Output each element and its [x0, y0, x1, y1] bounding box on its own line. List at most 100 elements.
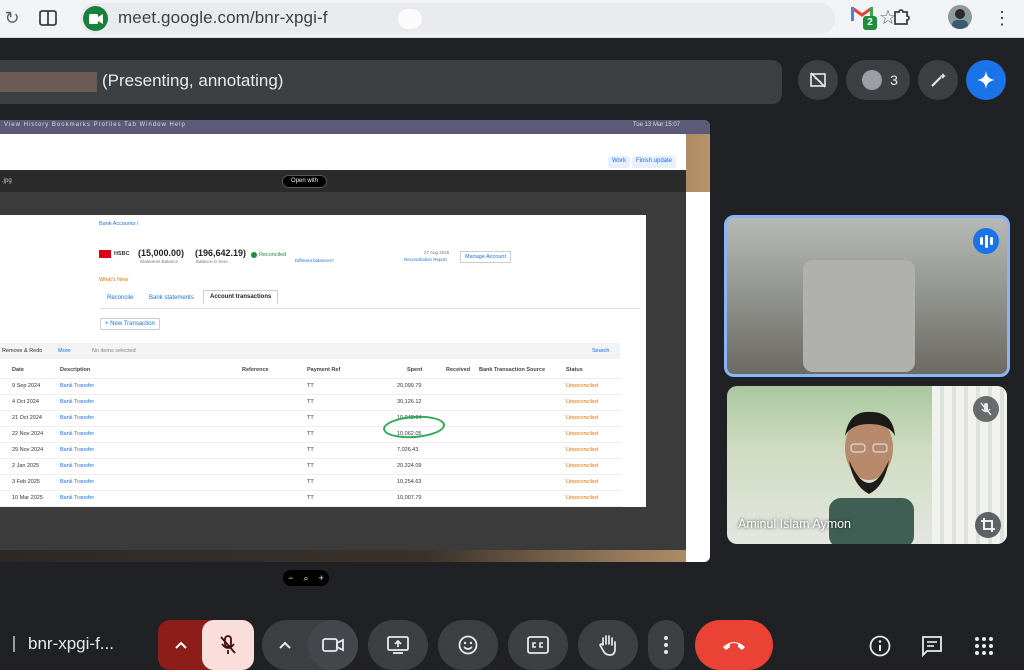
meeting-info-button[interactable] [866, 632, 894, 660]
row-payment-ref: TT [307, 447, 314, 453]
whats-new-link: What's New [99, 277, 129, 283]
row-description: Bank Transfer [60, 415, 95, 421]
row-spent: 7,026.43 [397, 447, 419, 453]
activities-button[interactable] [970, 632, 998, 660]
row-status: Unreconciled [566, 399, 599, 405]
breadcrumb: Bank Accounts / [99, 221, 139, 227]
manage-account-button: Manage Account [460, 251, 511, 263]
meet-stage: (Presenting, annotating) 3 View History … [0, 38, 1024, 670]
row-description: Bank Transfer [60, 383, 95, 389]
camera-toggle-button[interactable] [308, 620, 358, 670]
report-date: 27 Aug 2025 [424, 250, 450, 255]
row-description: Bank Transfer [60, 447, 95, 453]
raise-hand-button[interactable] [578, 620, 638, 670]
reactions-button[interactable] [438, 620, 498, 670]
row-description: Bank Transfer [60, 431, 95, 437]
table-row: 21 Oct 2024 Bank Transfer TT 10,042.04 U… [0, 411, 622, 427]
viewer-toolbar: .jpg Open with [0, 170, 686, 192]
row-date: 4 Oct 2024 [12, 399, 39, 405]
row-date: 10 Mar 2025 [12, 495, 43, 501]
profile-avatar[interactable] [948, 5, 972, 29]
col-description: Description [60, 367, 91, 373]
col-status: Status [566, 367, 583, 373]
row-status: Unreconciled [566, 495, 599, 501]
browser-menu-icon[interactable]: ⋮ [993, 7, 1011, 29]
captions-button[interactable] [508, 620, 568, 670]
mac-menu-bar: View History Bookmarks Profiles Tab Wind… [0, 120, 710, 134]
address-bar[interactable]: meet.google.com/bnr-xpgi-f ☆ [80, 3, 897, 34]
row-spent: 10,254.63 [397, 479, 422, 485]
selection-status: No items selected [92, 348, 136, 354]
hang-up-icon [723, 642, 745, 650]
table-row: 2 Jan 2025 Bank Transfer TT 20,324.09 Un… [0, 459, 622, 475]
audio-options-chevron-icon[interactable] [158, 620, 204, 670]
table-header: Date Description Reference Payment Ref S… [0, 363, 622, 379]
filter-bar: Remove & Redo More No items selected Sea… [0, 343, 620, 359]
tab-bank-statements: Bank statements [149, 295, 194, 301]
row-payment-ref: TT [307, 479, 314, 485]
row-payment-ref: TT [307, 431, 314, 437]
row-status: Unreconciled [566, 463, 599, 469]
doc-tab-bar: Reconcile Bank statements Account transa… [100, 290, 640, 309]
magic-pen-icon [931, 73, 946, 87]
leave-call-button[interactable] [695, 620, 773, 670]
participant-redaction [803, 260, 915, 372]
people-button[interactable]: 3 [846, 60, 910, 100]
col-received: Received [446, 367, 471, 373]
table-row: 9 Sep 2024 Bank Transfer TT 20,099.79 Un… [0, 379, 622, 395]
row-status: Unreconciled [566, 383, 599, 389]
reload-icon[interactable]: ↻ [2, 8, 22, 28]
participant-name: Aminul Islam Aymon [738, 517, 852, 531]
more-options-button[interactable] [648, 620, 684, 670]
col-source: Bank Transaction Source [479, 367, 546, 373]
audio-control-group [158, 620, 254, 670]
video-options-chevron-icon[interactable] [262, 620, 308, 670]
row-status: Unreconciled [566, 415, 599, 421]
table-row: 22 Nov 2024 Bank Transfer TT 10,062.05 U… [0, 427, 622, 443]
reconciled-check-icon [251, 252, 257, 258]
meeting-code: bnr-xpgi-f... [28, 634, 114, 653]
tab-account-transactions: Account transactions [203, 290, 279, 304]
extensions-puzzle-icon[interactable] [891, 6, 913, 28]
row-description: Bank Transfer [60, 463, 95, 469]
row-spent: 10,007.79 [397, 495, 422, 501]
gmail-extension-icon[interactable]: 2 [851, 6, 877, 30]
closed-captions-icon [527, 636, 549, 654]
participant-count: 3 [890, 72, 898, 88]
row-status: Unreconciled [566, 431, 599, 437]
gemini-button[interactable] [966, 60, 1006, 100]
participant-tile-aminul[interactable]: Aminul Islam Aymon [727, 386, 1007, 544]
info-icon [869, 635, 891, 657]
row-date: 2 Jan 2025 [12, 463, 40, 469]
row-date: 9 Sep 2024 [12, 383, 41, 389]
chat-icon [922, 636, 942, 657]
present-screen-button[interactable] [368, 620, 428, 670]
table-row: 3 Feb 2025 Bank Transfer TT 10,254.63 Un… [0, 475, 622, 491]
browser-toolbar: ↻ meet.google.com/bnr-xpgi-f ☆ 2 ⋮ [0, 0, 1024, 38]
mic-toggle-button[interactable] [202, 620, 254, 670]
finish-update-badge: Finish update [632, 156, 677, 168]
split-view-icon[interactable] [38, 8, 58, 28]
doc-search-button: Search [592, 348, 610, 354]
meet-site-icon [83, 6, 108, 31]
mic-off-icon [220, 635, 236, 654]
crop-icon[interactable] [975, 512, 1001, 538]
hsbc-logo [99, 250, 111, 258]
chat-button[interactable] [918, 632, 946, 660]
row-spent: 20,324.09 [397, 463, 422, 469]
row-spent: 20,099.79 [397, 383, 422, 389]
frame-off-icon [810, 72, 826, 88]
participant-avatar [862, 70, 883, 90]
shared-browser-tabs: Work Finish update [0, 134, 686, 170]
xero-balance-label: Balance in Xero [196, 259, 228, 264]
hide-frame-button[interactable] [798, 60, 838, 100]
annotate-button[interactable] [918, 60, 958, 100]
participant-tile-speaking[interactable] [724, 215, 1010, 377]
table-row: 4 Oct 2024 Bank Transfer TT 30,126.12 Un… [0, 395, 622, 411]
mac-clock: Tue 13 Mar 15:07 [632, 122, 680, 128]
open-with-button: Open with [282, 175, 328, 188]
presenter-name-redaction [0, 72, 97, 92]
row-payment-ref: TT [307, 383, 314, 389]
table-row: 29 Nov 2024 Bank Transfer TT 7,026.43 Un… [0, 443, 622, 459]
col-reference: Reference [242, 367, 269, 373]
